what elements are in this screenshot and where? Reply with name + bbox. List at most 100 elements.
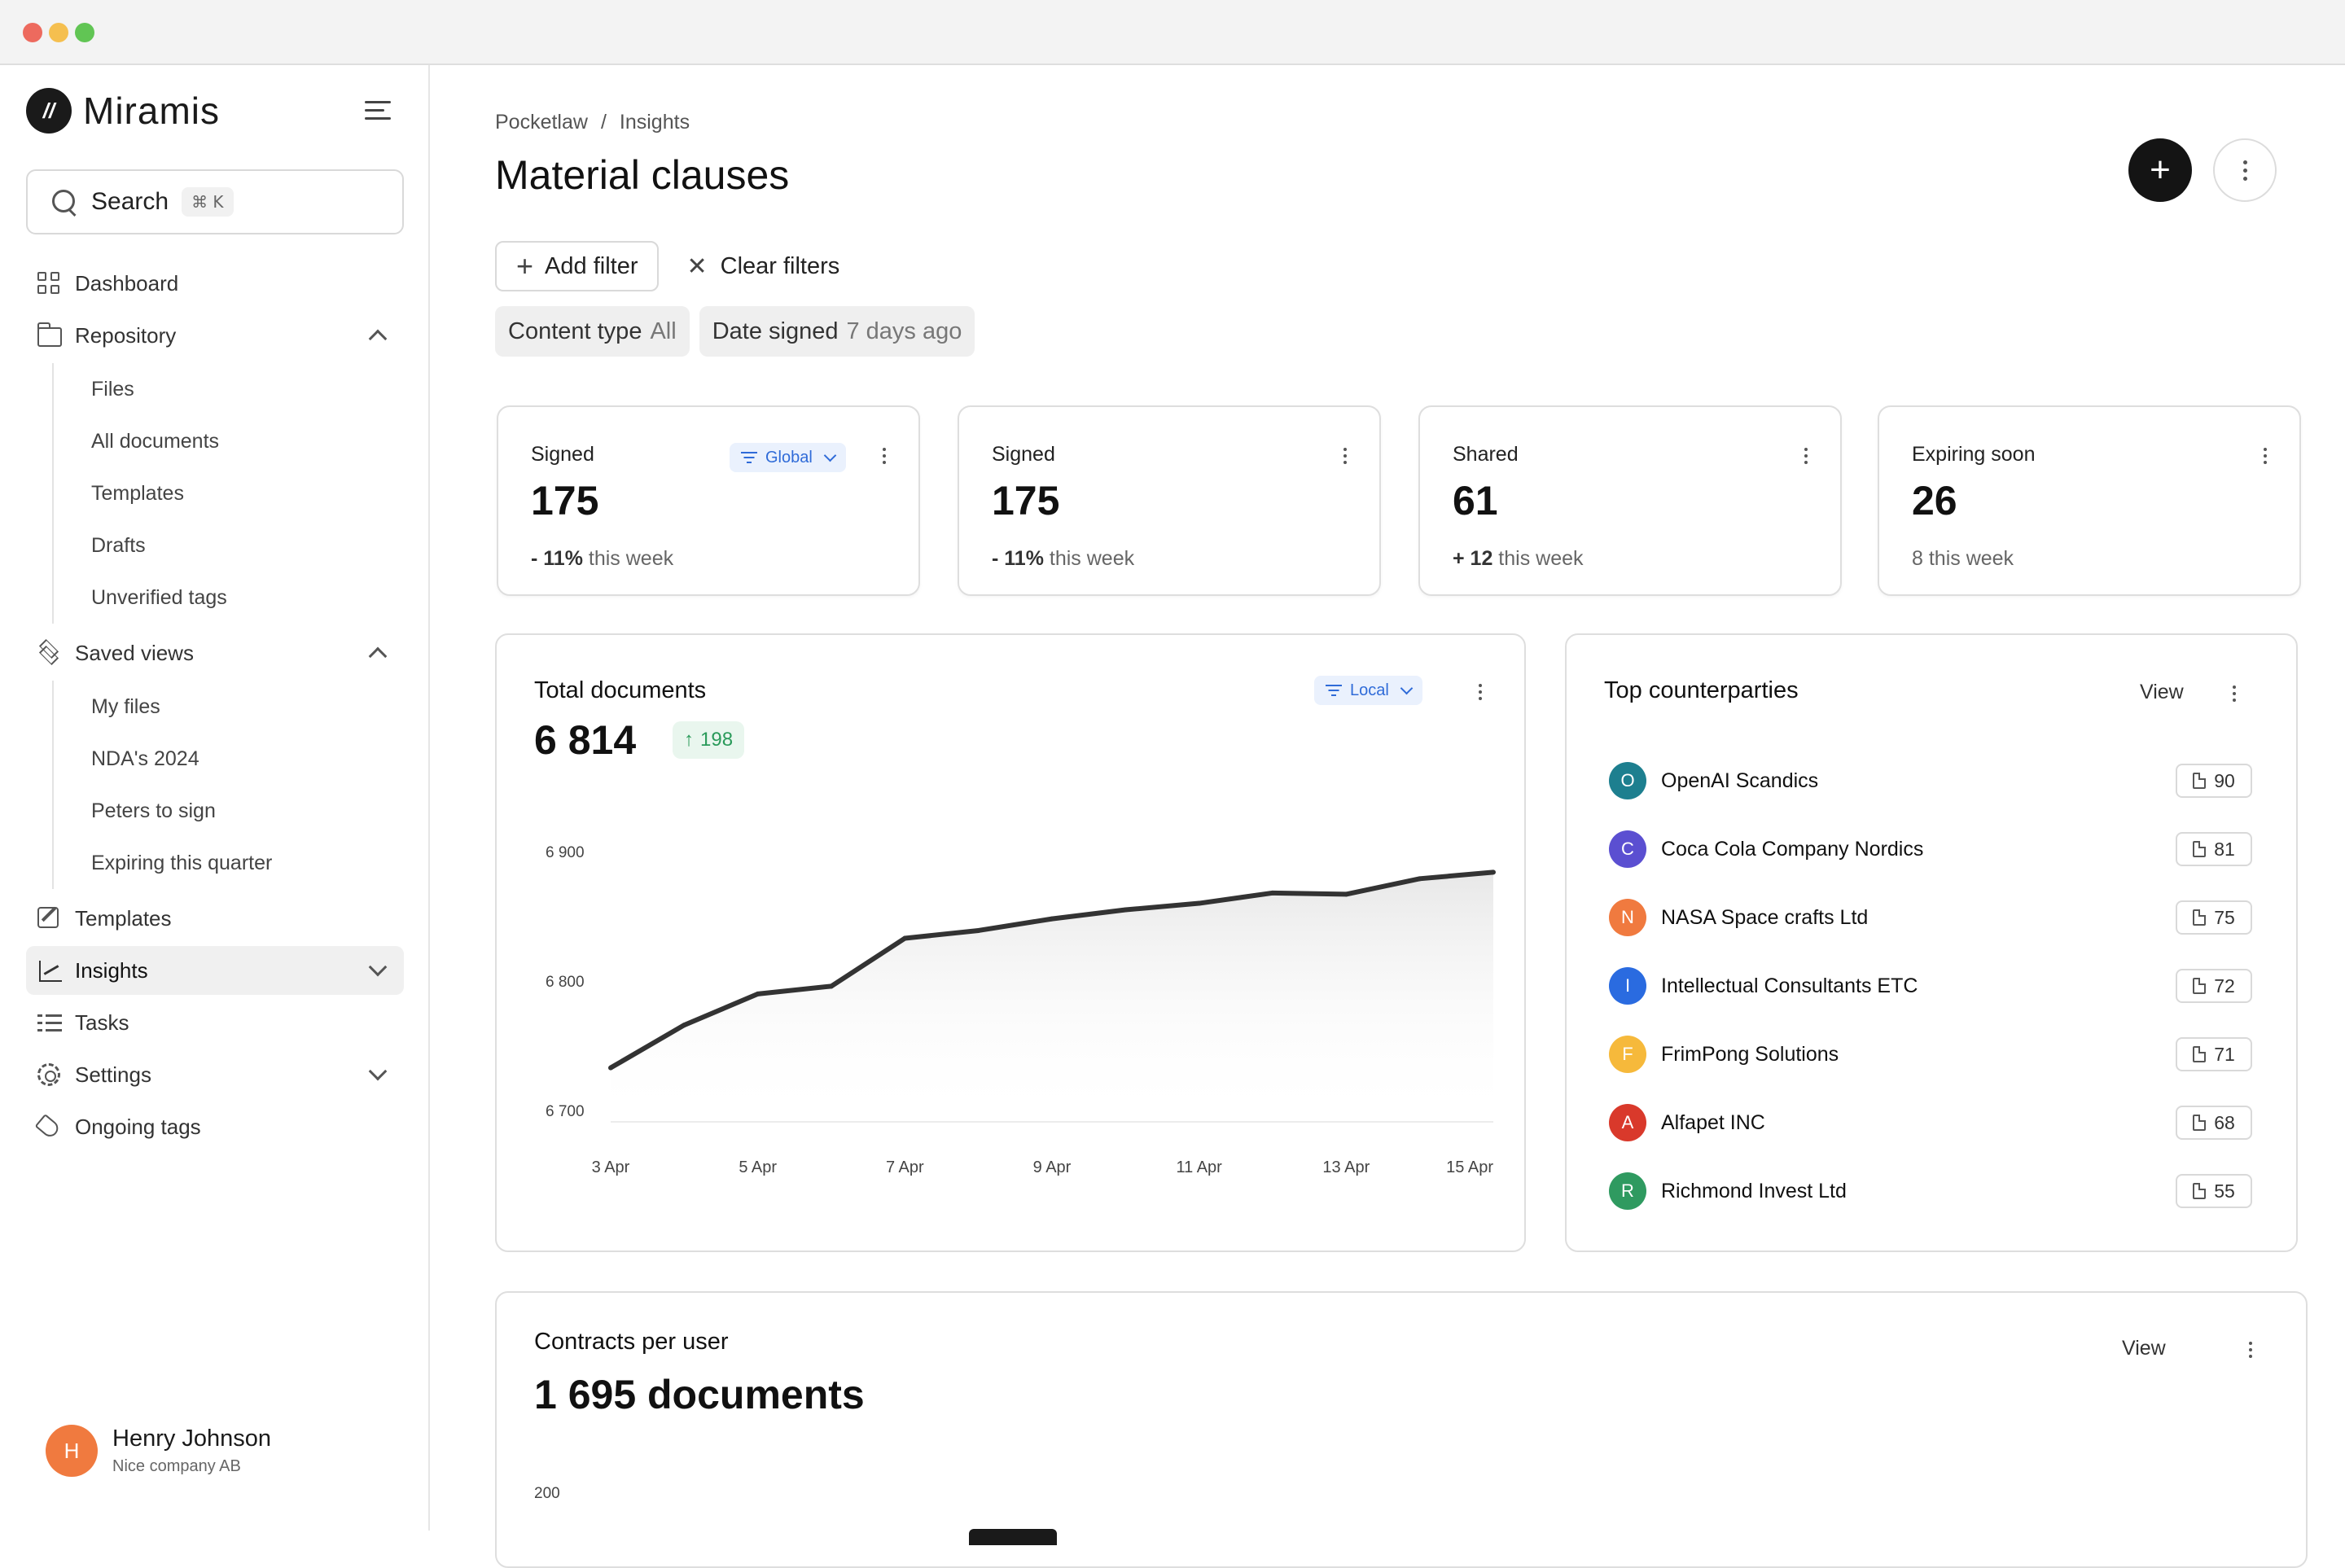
breadcrumb-item-pocketlaw[interactable]: Pocketlaw [495,111,588,134]
counterparty-row[interactable]: O OpenAI Scandics 90 [1609,760,2252,801]
clear-filters-label: Clear filters [720,252,840,279]
more-options-button[interactable] [2213,138,2277,202]
counterparty-row[interactable]: R Richmond Invest Ltd 55 [1609,1171,2252,1211]
sidebar-item-tasks[interactable]: Tasks [26,998,404,1047]
sidebar-item-dashboard[interactable]: Dashboard [26,259,404,308]
user-name: Henry Johnson [112,1426,272,1452]
sidebar-item-templates[interactable]: Templates [26,894,404,943]
sidebar-item-settings[interactable]: Settings [26,1050,404,1099]
dashboard-icon [37,272,62,295]
search-input[interactable]: Search ⌘ K [26,169,404,234]
scope-dropdown-global[interactable]: Global [730,443,846,472]
chevron-up-icon[interactable] [368,329,388,348]
sidebar-subitem-files[interactable]: Files [91,363,404,415]
breadcrumb-separator: / [600,111,607,134]
stat-change-period: this week [582,547,674,570]
counterparty-name: Coca Cola Company Nordics [1661,837,1924,861]
sidebar-subitem-expiring-this-quarter[interactable]: Expiring this quarter [91,837,404,889]
user-profile[interactable]: H Henry Johnson Nice company AB [46,1425,271,1477]
clear-filters-button[interactable]: ✕ Clear filters [683,241,843,291]
chart-point-1 [682,1023,687,1028]
sidebar-subitem-my-files[interactable]: My files [91,681,404,733]
chart-area [611,872,1493,1122]
document-icon [2193,1183,2207,1199]
sidebar-item-label: Repository [75,322,177,348]
add-button[interactable]: + [2128,138,2192,202]
document-count: 90 [2214,769,2235,791]
stat-change-amount: + 12 [1453,547,1493,570]
document-count-badge[interactable]: 81 [2176,832,2252,866]
counterparty-name: Intellectual Consultants ETC [1661,974,1918,997]
minimize-window-button[interactable] [49,23,68,42]
chevron-up-icon[interactable] [368,646,388,666]
sidebar-item-ongoing-tags[interactable]: Ongoing tags [26,1102,404,1151]
sidebar-item-saved-views[interactable]: Saved views [26,629,404,677]
chart-point-11 [1417,876,1422,882]
sidebar-subitem-ndas-2024[interactable]: NDA's 2024 [91,733,404,785]
view-counterparties-link[interactable]: View [2140,681,2184,704]
brand[interactable]: // Miramis [26,86,220,135]
scope-label: Global [765,448,813,466]
card-menu-button[interactable] [1343,448,1347,464]
sidebar-subitem-drafts[interactable]: Drafts [91,519,404,572]
counterparty-row[interactable]: N NASA Space crafts Ltd 75 [1609,897,2252,938]
document-count-badge[interactable]: 72 [2176,969,2252,1003]
stat-change: + 12 this week [1453,547,1584,571]
menu-icon[interactable] [362,98,394,124]
filter-chip-content-type[interactable]: Content type All [495,306,690,357]
sidebar-nav: Dashboard Repository Files All documents… [26,259,404,1154]
document-count-badge[interactable]: 75 [2176,900,2252,935]
counterparty-row[interactable]: A Alfapet INC 68 [1609,1102,2252,1143]
chevron-down-icon[interactable] [368,1062,388,1081]
filter-chip-date-signed[interactable]: Date signed 7 days ago [699,306,975,357]
contracts-per-user-value: 1 695 documents [534,1372,865,1417]
stat-label: Shared [1453,443,1519,466]
card-menu-button[interactable] [883,448,886,464]
chart-point-6 [1050,916,1054,922]
close-window-button[interactable] [23,23,42,42]
counterparty-row[interactable]: C Coca Cola Company Nordics 81 [1609,829,2252,869]
sidebar-subitem-peters-to-sign[interactable]: Peters to sign [91,785,404,837]
stat-card-shared: Shared 61 + 12 this week [1418,405,1842,596]
sidebar-subitem-templates[interactable]: Templates [91,467,404,519]
card-menu-button[interactable] [2264,448,2267,464]
document-icon [2193,841,2207,857]
y-tick-label: 6 800 [546,974,585,991]
document-icon [2193,1115,2207,1131]
panel-title: Contracts per user [534,1329,729,1355]
view-contracts-link[interactable]: View [2122,1337,2166,1360]
card-menu-button[interactable] [1804,448,1808,464]
folder-icon [37,322,62,347]
panel-title: Top counterparties [1604,677,1799,703]
document-icon [2193,978,2207,994]
document-count: 71 [2214,1043,2235,1065]
more-vertical-icon [2242,160,2247,181]
panel-menu-button[interactable] [2249,1342,2252,1358]
add-filter-button[interactable]: + Add filter [495,241,660,291]
counterparty-row[interactable]: F FrimPong Solutions 71 [1609,1034,2252,1075]
more-vertical-icon [883,448,886,464]
sidebar-subitem-all-documents[interactable]: All documents [91,415,404,467]
y-tick-label: 200 [534,1485,560,1502]
stat-change-period: this week [1492,547,1584,570]
sidebar-item-repository[interactable]: Repository [26,311,404,360]
stat-value: 175 [992,478,1060,523]
document-count-badge[interactable]: 71 [2176,1037,2252,1071]
filter-icon [741,452,757,463]
sidebar-item-insights[interactable]: Insights [26,946,404,995]
counterparty-row[interactable]: I Intellectual Consultants ETC 72 [1609,966,2252,1006]
maximize-window-button[interactable] [75,23,94,42]
user-company: Nice company AB [112,1457,241,1475]
document-count-badge[interactable]: 90 [2176,764,2252,798]
document-count-badge[interactable]: 68 [2176,1106,2252,1140]
chevron-down-icon[interactable] [368,957,388,977]
stat-card-expiring-soon: Expiring soon 26 8 this week [1878,405,2301,596]
top-counterparties-panel: Top counterparties View O OpenAI Scandics… [1565,633,2298,1252]
stat-card-signed-global: Signed Global 175 - 11% this week [497,405,920,596]
sidebar-subitem-unverified-tags[interactable]: Unverified tags [91,572,404,624]
counterparty-avatar: C [1609,830,1646,868]
document-count-badge[interactable]: 55 [2176,1174,2252,1208]
breadcrumb-item-insights[interactable]: Insights [620,111,690,134]
panel-menu-button[interactable] [2233,685,2236,702]
chart-point-9 [1270,890,1275,896]
